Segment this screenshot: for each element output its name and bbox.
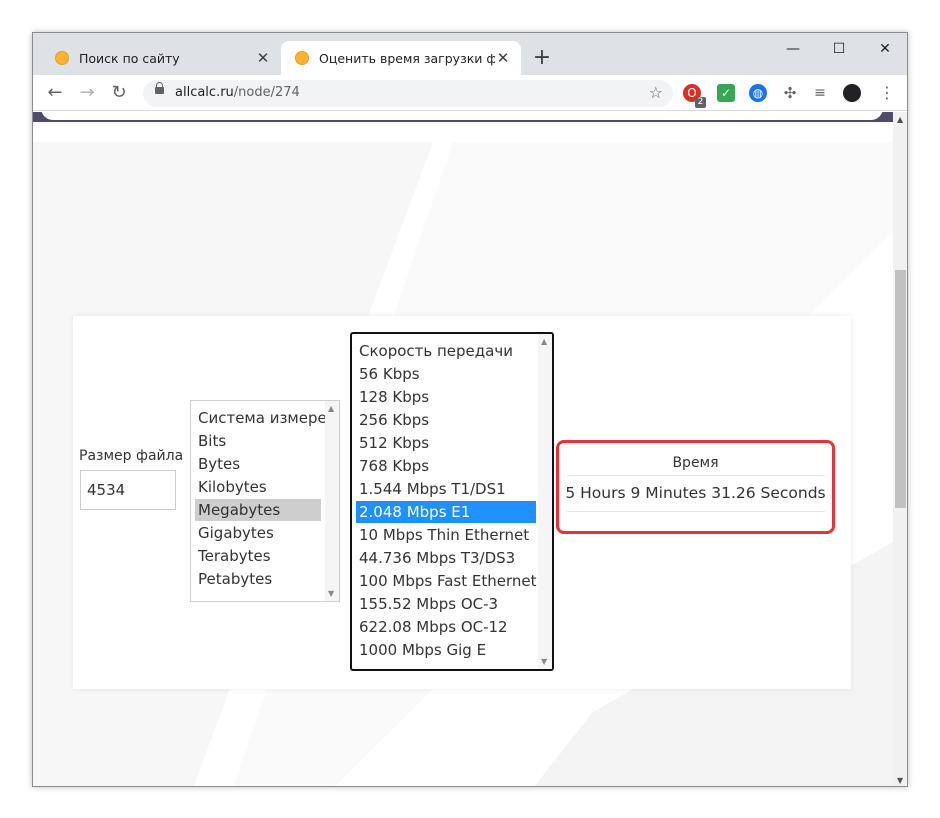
minimize-button[interactable]: — <box>771 39 815 59</box>
puzzle-icon[interactable]: ✣ <box>781 84 799 102</box>
close-window-button[interactable]: ✕ <box>863 39 907 59</box>
maximize-button[interactable]: ☐ <box>817 39 861 59</box>
favicon-icon <box>295 51 309 65</box>
menu-icon[interactable]: ⋮ <box>879 83 895 103</box>
forward-icon[interactable]: → <box>75 81 99 105</box>
speed-option[interactable]: 128 Kbps <box>356 386 429 408</box>
units-option[interactable]: Gigabytes <box>195 522 274 544</box>
avatar[interactable] <box>843 84 861 102</box>
close-tab-icon[interactable]: ✕ <box>495 50 511 66</box>
new-tab-button[interactable]: + <box>531 47 553 70</box>
scroll-up-icon[interactable]: ▲ <box>897 115 903 124</box>
scroll-down-icon[interactable]: ▼ <box>541 657 547 666</box>
tab-download-time[interactable]: Оценить время загрузки файла ✕ <box>281 41 521 75</box>
result-label: Время <box>672 455 719 471</box>
extension-badge: 2 <box>695 97 706 108</box>
url-host: allcalc.ru <box>175 85 234 100</box>
speed-option[interactable]: 44.736 Mbps T3/DS3 <box>356 547 515 569</box>
speed-option[interactable]: 10 Mbps Thin Ethernet <box>356 524 529 546</box>
scrollbar-thumb[interactable] <box>895 270 906 508</box>
speed-option[interactable]: 512 Kbps <box>356 432 429 454</box>
speed-scrollbar[interactable]: ▲ ▼ <box>538 334 552 669</box>
page-scrollbar[interactable]: ▲ ▼ <box>893 112 907 786</box>
scroll-down-icon[interactable]: ▼ <box>897 776 903 785</box>
favicon-icon <box>55 51 69 65</box>
result-divider <box>567 475 825 476</box>
reload-icon[interactable]: ↻ <box>107 81 131 105</box>
units-option[interactable]: Petabytes <box>195 568 272 590</box>
units-option[interactable]: Bits <box>195 430 226 452</box>
scroll-down-icon[interactable]: ▼ <box>328 589 334 598</box>
tab-title: Оценить время загрузки файла <box>319 50 495 66</box>
speed-option[interactable]: 256 Kbps <box>356 409 429 431</box>
speed-option[interactable]: Скорость передачи <box>356 340 513 362</box>
tab-strip: Поиск по сайту ✕ Оценить время загрузки … <box>33 33 907 75</box>
speed-option[interactable]: 768 Kbps <box>356 455 429 477</box>
speed-option[interactable]: 100 Mbps Fast Ethernet <box>356 570 537 592</box>
url-text: allcalc.ru/node/274 <box>175 85 300 100</box>
units-option[interactable]: Terabytes <box>195 545 271 567</box>
scroll-up-icon[interactable]: ▲ <box>541 337 547 346</box>
speed-option[interactable]: 1.544 Mbps T1/DS1 <box>356 478 506 500</box>
speed-option-selected[interactable]: 2.048 Mbps E1 <box>356 501 536 523</box>
globe-extension-icon[interactable]: ◍ <box>749 84 767 102</box>
units-option-selected[interactable]: Megabytes <box>195 499 321 521</box>
speed-option[interactable]: 56 Kbps <box>356 363 420 385</box>
tab-site-search[interactable]: Поиск по сайту ✕ <box>41 41 281 75</box>
result-divider <box>567 511 825 512</box>
tab-title: Поиск по сайту <box>79 50 180 66</box>
speed-option[interactable]: 1000 Mbps Gig E <box>356 639 486 661</box>
result-highlight: Время 5 Hours 9 Minutes 31.26 Seconds <box>556 440 835 534</box>
speed-option[interactable]: 622.08 Mbps OC-12 <box>356 616 508 638</box>
back-icon[interactable]: ← <box>43 81 67 105</box>
speed-option[interactable]: 155.52 Mbps OC-3 <box>356 593 498 615</box>
checkmark-extension-icon[interactable]: ✓ <box>717 84 735 102</box>
browser-window: Поиск по сайту ✕ Оценить время загрузки … <box>32 32 908 787</box>
result-value: 5 Hours 9 Minutes 31.26 Seconds <box>565 484 826 502</box>
address-bar[interactable]: allcalc.ru/node/274 ☆ <box>143 80 673 107</box>
units-option[interactable]: Kilobytes <box>195 476 267 498</box>
url-path: /node/274 <box>233 85 300 100</box>
close-tab-icon[interactable]: ✕ <box>255 50 271 66</box>
site-header-strip <box>33 112 893 122</box>
units-listbox[interactable]: Система измере Bits Bytes Kilobytes Mega… <box>190 400 340 602</box>
bookmark-star-icon[interactable]: ☆ <box>649 83 663 102</box>
page-viewport: Размер файла Система измере Bits Bytes K… <box>33 112 893 786</box>
media-queue-icon[interactable]: ≡ <box>811 84 829 102</box>
site-search-bar <box>41 112 883 120</box>
speed-listbox[interactable]: Скорость передачи 56 Kbps 128 Kbps 256 K… <box>350 332 554 671</box>
browser-toolbar: ← → ↻ allcalc.ru/node/274 ☆ O 2 ✓ ◍ ✣ ≡ … <box>33 75 907 111</box>
units-option[interactable]: Bytes <box>195 453 240 475</box>
units-option[interactable]: Система измере <box>195 407 327 429</box>
units-scrollbar[interactable]: ▲ ▼ <box>325 401 339 601</box>
file-size-input[interactable] <box>80 470 176 510</box>
scroll-up-icon[interactable]: ▲ <box>328 404 334 413</box>
lock-icon <box>155 82 164 94</box>
file-size-label: Размер файла <box>79 448 184 464</box>
